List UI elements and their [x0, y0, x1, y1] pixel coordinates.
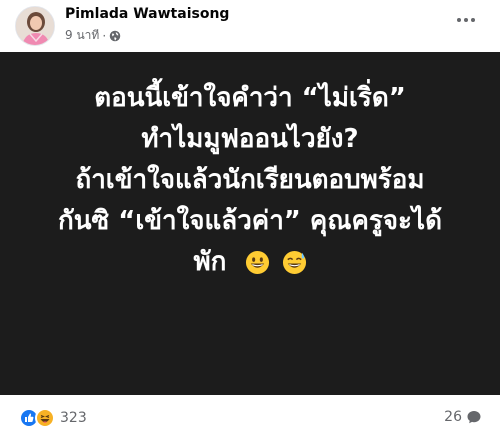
grinning-face-icon — [246, 250, 270, 275]
image-text: ตอนนี้เข้าใจคำว่า “ไม่เริ่ด” ทำไมมูฟออนไ… — [0, 78, 500, 283]
grinning-face-with-sweat-icon — [282, 250, 306, 275]
post-footer: 323 26 — [0, 400, 500, 437]
haha-icon — [35, 408, 55, 428]
reaction-count: 323 — [60, 410, 87, 426]
globe-icon[interactable] — [109, 30, 121, 42]
more-dot — [471, 18, 475, 22]
author-name[interactable]: Pimlada Wawtaisong — [65, 6, 229, 22]
post-meta: 9 นาที · — [65, 26, 121, 45]
more-dot — [464, 18, 468, 22]
more-dot — [457, 18, 461, 22]
comment-count: 26 — [444, 409, 462, 425]
comments-summary[interactable]: 26 — [444, 409, 482, 425]
image-text-last-word: พัก — [193, 247, 227, 277]
meta-separator: · — [102, 28, 107, 43]
image-text-line-1: ตอนนี้เข้าใจคำว่า “ไม่เริ่ด” — [94, 83, 406, 113]
more-options-icon[interactable] — [450, 8, 482, 32]
post-header: Pimlada Wawtaisong 9 นาที · — [0, 0, 500, 50]
image-text-line-3: ถ้าเข้าใจแล้วนักเรียนตอบพร้อม — [75, 165, 425, 195]
comment-icon — [467, 411, 481, 424]
avatar-photo — [16, 7, 54, 45]
post-time[interactable]: 9 นาที — [65, 26, 99, 45]
image-text-line-4: กันซิ “เข้าใจแล้วค่า” คุณครูจะได้ — [58, 206, 442, 236]
reactions-summary[interactable]: 323 — [19, 408, 87, 428]
image-text-line-5: พัก — [0, 242, 500, 283]
image-text-line-2: ทำไมมูฟออนไวยัง? — [141, 124, 359, 154]
author-avatar[interactable] — [15, 6, 55, 46]
